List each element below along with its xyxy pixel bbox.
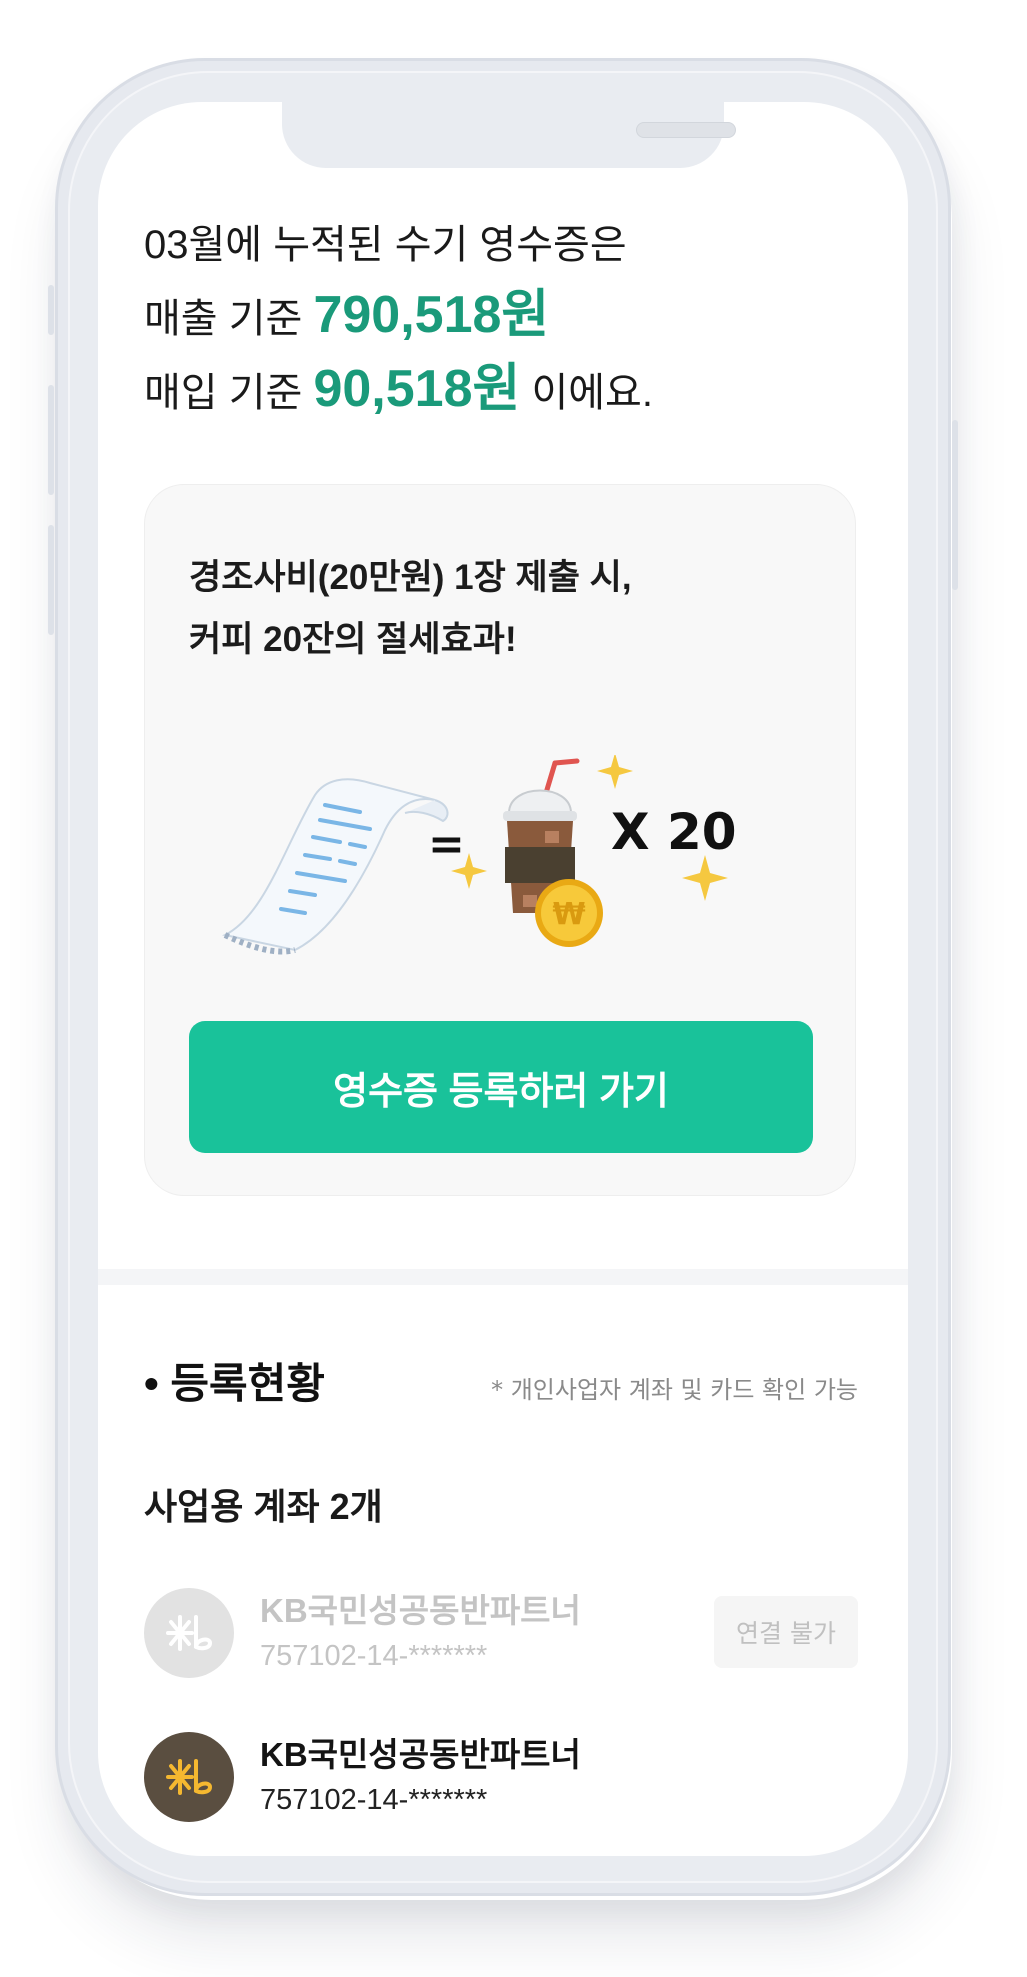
kb-bank-logo-icon (144, 1732, 234, 1822)
purchase-amount: 90,518원 (313, 360, 521, 418)
tax-saving-card: 경조사비(20만원) 1장 제출 시, 커피 20잔의 절세효과! ₩ = X … (144, 484, 856, 1196)
registration-status-title: • 등록현황 (144, 1360, 325, 1407)
purchase-suffix: 이에요. (520, 371, 653, 415)
register-receipt-button[interactable]: 영수증 등록하러 가기 (189, 1021, 813, 1153)
card-text-line1: 경조사비(20만원) 1장 제출 시, (189, 558, 632, 597)
account-bank-name: KB국민성공동반파트너 (260, 1592, 581, 1629)
device-stage: 03월에 누적된 수기 영수증은 매출 기준 790,518원 매입 기준 90… (0, 0, 1027, 1977)
kb-bank-logo-icon (144, 1588, 234, 1678)
receipt-icon (222, 778, 449, 955)
won-coin-icon: ₩ (535, 879, 603, 947)
account-bank-name: KB국민성공동반파트너 (260, 1736, 581, 1773)
illustration: ₩ (222, 755, 728, 955)
volume-down-button (48, 525, 54, 635)
account-number: 757102-14-******* (260, 1784, 488, 1816)
summary-month-text: 03월에 누적된 수기 영수증은 (144, 223, 627, 267)
connection-unavailable-badge: 연결 불가 (714, 1596, 858, 1668)
section-divider (98, 1269, 908, 1285)
account-item-disabled: KB국민성공동반파트너 757102-14-******* 연결 불가 (144, 1588, 858, 1684)
earpiece-speaker (636, 122, 736, 138)
card-text-line2: 커피 20잔의 절세효과! (189, 620, 517, 659)
business-accounts-heading: 사업용 계좌 2개 (144, 1486, 383, 1527)
purchase-label: 매입 기준 (144, 371, 314, 415)
registration-note: * 개인사업자 계좌 및 카드 확인 가능 (491, 1376, 858, 1404)
summary-line-month: 03월에 누적된 수기 영수증은 (144, 212, 627, 270)
sales-label: 매출 기준 (144, 297, 314, 341)
svg-text:₩: ₩ (552, 897, 585, 932)
coffee-multiplier: X 20 (611, 803, 737, 861)
mute-switch (48, 285, 54, 335)
app-screen: 03월에 누적된 수기 영수증은 매출 기준 790,518원 매입 기준 90… (98, 102, 908, 1856)
equals-sign: = (428, 819, 465, 870)
sales-amount: 790,518원 (313, 286, 550, 344)
power-button (952, 420, 958, 590)
summary-line-purchase: 매입 기준 90,518원 이에요. (144, 346, 653, 421)
summary-line-sales: 매출 기준 790,518원 (144, 272, 549, 347)
account-number: 757102-14-******* (260, 1640, 488, 1672)
account-item[interactable]: KB국민성공동반파트너 757102-14-******* (144, 1732, 858, 1828)
phone-notch (282, 102, 736, 168)
volume-up-button (48, 385, 54, 495)
